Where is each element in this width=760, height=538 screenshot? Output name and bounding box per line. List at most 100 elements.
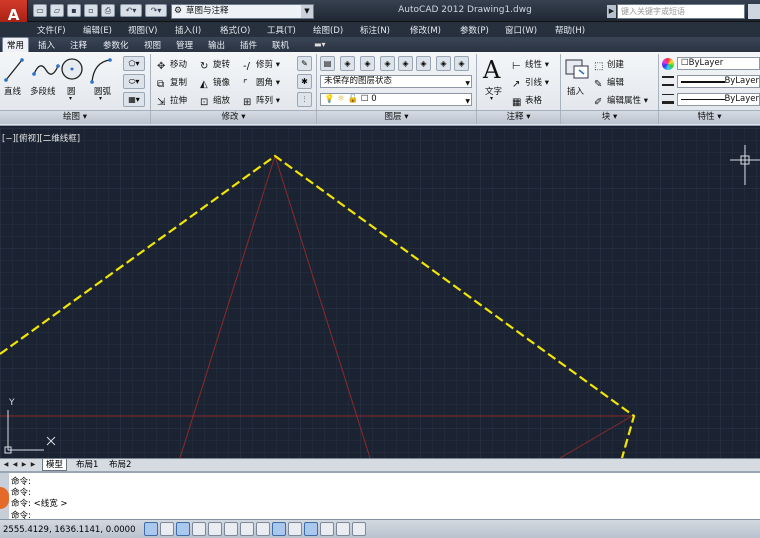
tab-insert[interactable]: 插入 [38,39,55,51]
undo-icon[interactable]: ↶▾ [120,4,142,17]
menu-window[interactable]: 窗口(W) [505,24,537,36]
color-wheel-icon[interactable] [662,58,674,70]
layer-state-select[interactable]: 未保存的图层状态 ▼ [320,75,472,88]
text-tool-button[interactable]: 文字 [485,85,502,97]
first-layout-icon[interactable]: ◀ [2,460,10,470]
search-input[interactable]: 键入关键字或短语 [617,4,745,19]
linetype-select[interactable]: ByLayer [677,75,760,88]
lineweight-toggle[interactable] [304,522,318,536]
rotate-tool[interactable]: ↻ 旋转 [200,58,230,72]
dynamic-input-toggle[interactable] [288,522,302,536]
move-tool[interactable]: ✥ 移动 [157,58,187,72]
layer-tool-icon[interactable]: ◈ [436,56,451,71]
dynamic-ucs-toggle[interactable] [272,522,286,536]
chevron-down-icon[interactable]: ▾ [99,95,102,102]
menu-view[interactable]: 视图(V) [128,24,157,36]
edit-block-tool[interactable]: ✎ 编辑 [594,76,624,90]
tab-parametric[interactable]: 参数化 [103,39,129,51]
menu-dimension[interactable]: 标注(N) [360,24,390,36]
menu-insert[interactable]: 插入(I) [175,24,201,36]
table-tool[interactable]: ▦ 表格 [512,94,542,108]
scale-tool[interactable]: ⊡ 缩放 [200,94,230,108]
menu-edit[interactable]: 编辑(E) [83,24,112,36]
menu-modify[interactable]: 修改(M) [410,24,441,36]
tab-online[interactable]: 联机 [272,39,289,51]
open-file-icon[interactable]: ▱ [50,4,64,17]
infer-constraints-toggle[interactable] [144,522,158,536]
layer-tool-icon[interactable]: ◈ [454,56,469,71]
menu-format[interactable]: 格式(O) [220,24,250,36]
next-layout-icon[interactable]: ▶ [20,460,28,470]
search-expand-icon[interactable]: ▶ [607,5,616,18]
selection-cycling-toggle[interactable] [352,522,366,536]
tab-view[interactable]: 视图 [144,39,161,51]
tab-output[interactable]: 输出 [208,39,225,51]
lineweight-select[interactable]: ByLayer [677,93,760,106]
edit-attribute-tool[interactable]: ✐ 编辑属性 ▾ [594,94,648,108]
drawing-area[interactable]: [−][俯视][二维线框] Y [0,128,760,458]
tab-model[interactable]: 模型 [42,459,68,471]
leader-tool[interactable]: ↗ 引线 ▾ [512,76,549,90]
print-icon[interactable]: ⎙ [101,4,115,17]
color-select[interactable]: ☐ByLayer [677,57,760,70]
properties-panel-title[interactable]: 特性 ▾ [659,110,760,124]
tab-layout1[interactable]: 布局1 [73,459,101,471]
mirror-tool[interactable]: ◭ 镜像 [200,76,230,90]
offset-icon[interactable]: ⫶ [297,92,312,107]
stretch-tool[interactable]: ⇲ 拉伸 [157,94,187,108]
layer-properties-icon[interactable]: ▤ [320,56,335,71]
layer-tool-icon[interactable]: ◈ [360,56,375,71]
snap-mode-toggle[interactable] [160,522,174,536]
text-icon[interactable]: A [483,56,500,84]
menu-help[interactable]: 帮助(H) [555,24,585,36]
chevron-down-icon[interactable]: ▾ [69,95,72,102]
layer-select[interactable]: 💡 ☼ 🔓 ☐ 0 ▼ [320,93,472,106]
ortho-mode-toggle[interactable] [192,522,206,536]
block-panel-title[interactable]: 块 ▾ [561,110,658,124]
tab-plugins[interactable]: 插件 [240,39,257,51]
menu-tools[interactable]: 工具(T) [267,24,296,36]
line-tool-button[interactable]: 直线 [4,85,21,97]
copy-tool[interactable]: ⧉ 复制 [157,76,187,90]
save-icon[interactable]: ▪ [67,4,81,17]
insert-block-button[interactable]: 插入 [567,85,584,97]
trim-tool[interactable]: -/修剪 ▾ [243,58,280,72]
tab-home[interactable]: 常用 [2,37,30,52]
quick-properties-toggle[interactable] [336,522,350,536]
polygon-tool-icon[interactable]: ⬠▾ [123,56,145,71]
layer-panel-title[interactable]: 图层 ▾ [317,110,476,124]
grid-display-toggle[interactable] [176,522,190,536]
new-file-icon[interactable]: ▭ [33,4,47,17]
menu-parametric[interactable]: 参数(P) [460,24,489,36]
save-as-icon[interactable]: ▫ [84,4,98,17]
insert-block-icon[interactable] [564,56,592,82]
linear-dimension-tool[interactable]: ⊢ 线性 ▾ [512,58,549,72]
array-tool[interactable]: ⊞ 阵列 ▾ [243,94,280,108]
object-snap-toggle[interactable] [224,522,238,536]
layer-tool-icon[interactable]: ◈ [398,56,413,71]
menu-draw[interactable]: 绘图(D) [313,24,343,36]
create-block-tool[interactable]: ⬚ 创建 [594,58,624,72]
3d-object-snap-toggle[interactable] [240,522,254,536]
workspace-select[interactable]: ⚙ 草图与注释 ▼ [171,4,314,19]
polyline-tool-button[interactable]: 多段线 [30,85,56,97]
prev-layout-icon[interactable]: ◀ [11,460,19,470]
tab-manage[interactable]: 管理 [176,39,193,51]
transparency-toggle[interactable] [320,522,334,536]
redo-icon[interactable]: ↷▾ [145,4,167,17]
arc-tool-button[interactable]: 圆弧 [94,85,111,97]
layer-tool-icon[interactable]: ◈ [340,56,355,71]
hatch-tool-icon[interactable]: ▦▾ [123,92,145,107]
erase-icon[interactable]: ✎ [297,56,312,71]
chevron-down-icon[interactable]: ▾ [490,95,493,102]
explode-icon[interactable]: ✱ [297,74,312,89]
menu-file[interactable]: 文件(F) [37,24,66,36]
draw-panel-title[interactable]: 绘图 ▾ [0,110,150,124]
layer-tool-icon[interactable]: ◈ [380,56,395,71]
ellipse-tool-icon[interactable]: ⬭▾ [123,74,145,89]
annotation-panel-title[interactable]: 注释 ▾ [477,110,560,124]
tab-annotate[interactable]: 注释 [70,39,87,51]
modify-panel-title[interactable]: 修改 ▾ [151,110,316,124]
tab-layout2[interactable]: 布局2 [106,459,134,471]
viewport-controls[interactable]: [−][俯视][二维线框] [2,132,80,144]
